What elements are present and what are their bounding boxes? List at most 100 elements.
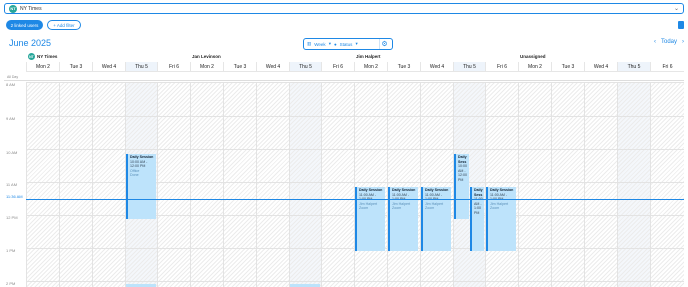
event-time: 11:00 AM - 1:00 PM: [359, 192, 377, 202]
day-header: Wed 4: [584, 62, 617, 72]
event-card[interactable]: Daily Session 11:00 AM - 1:00 PM Jim Hal…: [486, 187, 516, 251]
day-header: Thu 5: [453, 62, 485, 72]
day-column[interactable]: [485, 82, 518, 287]
hour-line: [26, 149, 684, 150]
time-label: 11 AM: [6, 182, 18, 187]
event-card[interactable]: Daily Session 11:00 AM - 1:00 PM Jim Hal…: [355, 187, 385, 251]
time-label: 10 AM: [6, 150, 18, 155]
chevron-down-icon[interactable]: ⌄: [674, 5, 679, 12]
day-column[interactable]: [190, 82, 223, 287]
time-column: 8 AM 9 AM 10 AM 11 AM 12 PM 1 PM 2 PM 11…: [4, 82, 26, 287]
day-column[interactable]: [59, 82, 92, 287]
avatar: NT: [28, 53, 35, 60]
event-title: Daily Session: [359, 188, 383, 192]
event-time: 11:00 AM - 1:00 PM: [425, 192, 443, 202]
resource-name: NY Times: [37, 54, 58, 59]
current-time-line: [26, 199, 684, 200]
day-header: Mon 2: [518, 62, 551, 72]
chevron-down-icon[interactable]: ▾: [329, 41, 331, 47]
view-select[interactable]: Week: [314, 42, 325, 47]
time-label: 2 PM: [6, 281, 16, 286]
event-title: Daily Session: [425, 188, 449, 192]
day-column[interactable]: [617, 82, 650, 287]
time-label: 9 AM: [6, 116, 16, 121]
day-header-row: Mon 2 Tue 3 Wed 4 Thu 5 Fri 6: [26, 62, 190, 72]
day-column[interactable]: [650, 82, 684, 287]
event-time: 10:00 AM - 12:00 PM: [458, 164, 467, 182]
date-nav: ‹ Today ›: [654, 39, 684, 45]
gear-icon[interactable]: ⚙: [379, 39, 389, 49]
day-header-row: Mon 2 Tue 3 Wed 4 Thu 5 Fri 6: [518, 62, 684, 72]
event-tag: Zoom: [359, 206, 369, 210]
day-column[interactable]: [26, 82, 59, 287]
calendar-icon: ▥: [307, 41, 312, 46]
day-header: Tue 3: [223, 62, 256, 72]
prev-week-button[interactable]: ‹: [654, 39, 656, 45]
status-select[interactable]: Status: [340, 42, 353, 47]
event-time: 11:00 AM - 1:00 PM: [392, 192, 410, 202]
day-header-row: Mon 2 Tue 3 Wed 4 Thu 5 Fri 6: [354, 62, 518, 72]
day-header: Thu 5: [289, 62, 321, 72]
today-button[interactable]: Today: [661, 39, 677, 45]
day-column[interactable]: [157, 82, 190, 287]
event-time: 11:00 AM - 1:00 PM: [490, 192, 508, 202]
event-card[interactable]: Daily Session 11:00 AM - 1:00 PM Jim Hal…: [421, 187, 451, 251]
resource-name: Jan Levinson: [192, 54, 221, 59]
linked-users-button[interactable]: 2 linked users: [6, 20, 43, 30]
event-tag: Zoom: [392, 206, 402, 210]
time-label: 12 PM: [6, 215, 18, 220]
resource-header: NT NY Times: [26, 52, 190, 61]
chevron-down-icon[interactable]: ▾: [355, 41, 357, 47]
document-icon[interactable]: [678, 21, 684, 29]
day-header: Mon 2: [354, 62, 387, 72]
day-header: Fri 6: [650, 62, 684, 72]
all-day-row[interactable]: All Day: [4, 74, 684, 81]
day-header: Fri 6: [321, 62, 354, 72]
event-card[interactable]: Daily Sess 11:00 AM - 1:00 PM: [470, 187, 484, 251]
event-title: Daily Session: [490, 188, 514, 192]
event-card[interactable]: Daily Session 10:00 AM - 12:00 PM Office…: [126, 154, 156, 219]
event-card[interactable]: Daily Sess 10:00 AM - 12:00 PM: [454, 154, 469, 219]
day-header: Wed 4: [92, 62, 125, 72]
view-controls: ▥ Week ▾ ● Status ▾ ⚙: [303, 38, 393, 50]
account-selector[interactable]: NT NY Times ⌄: [4, 3, 684, 14]
add-filter-button[interactable]: + Add filter: [47, 20, 81, 30]
day-column[interactable]: [223, 82, 256, 287]
day-header: Thu 5: [125, 62, 157, 72]
day-column[interactable]: [551, 82, 584, 287]
account-label: NY Times: [20, 5, 42, 12]
current-time-label: 11:36 AM: [6, 194, 23, 199]
event-title: Daily Session: [392, 188, 416, 192]
resource-name: Unassigned: [520, 54, 546, 59]
day-column[interactable]: [584, 82, 617, 287]
day-header-row: Mon 2 Tue 3 Wed 4 Thu 5 Fri 6: [190, 62, 354, 72]
event-tag: Done: [130, 173, 139, 177]
resource-name: Jim Halpert: [356, 54, 381, 59]
day-column[interactable]: [256, 82, 289, 287]
hour-line: [26, 82, 684, 83]
day-header: Mon 2: [26, 62, 59, 72]
event-title: Daily Sess: [474, 188, 483, 197]
day-header: Wed 4: [256, 62, 289, 72]
all-day-label: All Day: [7, 75, 19, 79]
hour-line: [26, 116, 684, 117]
day-column[interactable]: [420, 82, 453, 287]
month-title: June 2025: [9, 38, 52, 48]
hour-line: [26, 182, 684, 183]
event-title: Daily Sess: [458, 155, 467, 164]
next-week-button[interactable]: ›: [682, 39, 684, 45]
day-column[interactable]: [289, 82, 321, 287]
event-tag: Zoom: [425, 206, 435, 210]
day-column[interactable]: [321, 82, 354, 287]
status-icon: ●: [333, 41, 337, 47]
event-card[interactable]: Daily Session 11:00 AM - 1:00 PM Jim Hal…: [388, 187, 418, 251]
calendar-grid: NT NY Times Jan Levinson Jim Halpert Una…: [4, 52, 684, 287]
day-column[interactable]: [518, 82, 551, 287]
event-time: 10:00 AM - 12:00 PM: [130, 159, 148, 169]
day-header: Fri 6: [485, 62, 518, 72]
day-header: Fri 6: [157, 62, 190, 72]
day-column[interactable]: [354, 82, 387, 287]
day-header: Tue 3: [551, 62, 584, 72]
day-column[interactable]: [387, 82, 420, 287]
day-column[interactable]: [92, 82, 125, 287]
